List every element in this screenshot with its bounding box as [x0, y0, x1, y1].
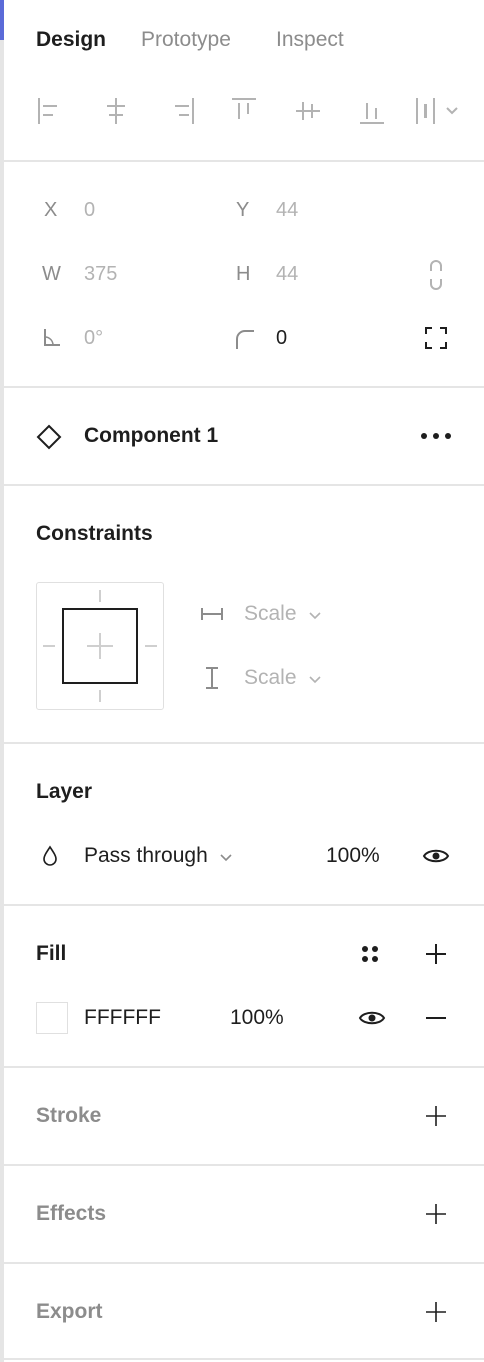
divider	[4, 1262, 484, 1264]
add-effect-icon[interactable]	[424, 1202, 448, 1226]
add-stroke-icon[interactable]	[424, 1104, 448, 1128]
blend-mode-value: Pass through	[84, 844, 208, 867]
fill-hex-input[interactable]: FFFFFF	[84, 1006, 161, 1030]
style-picker-icon[interactable]	[360, 944, 380, 964]
w-input[interactable]: 375	[84, 263, 117, 286]
blend-mode-icon	[42, 845, 58, 867]
align-top-icon[interactable]	[229, 96, 259, 126]
constraints-title: Constraints	[36, 522, 153, 545]
divider	[4, 742, 484, 744]
horizontal-constraint-value: Scale	[244, 602, 297, 625]
remove-fill-icon[interactable]	[424, 1006, 448, 1030]
vertical-constraint-select[interactable]: Scale	[244, 666, 321, 690]
rotation-icon	[42, 327, 62, 349]
align-bottom-icon[interactable]	[357, 96, 387, 126]
effects-title: Effects	[36, 1202, 107, 1225]
component-name[interactable]: Component 1	[84, 424, 218, 448]
tab-inspect[interactable]: Inspect	[276, 28, 344, 52]
component-icon	[36, 424, 62, 450]
y-input[interactable]: 44	[276, 199, 298, 222]
corner-radius-input[interactable]: 0	[276, 327, 287, 350]
fill-color-swatch[interactable]	[36, 1002, 68, 1034]
divider	[4, 160, 484, 162]
vertical-constraint-icon	[202, 666, 222, 690]
fill-opacity-input[interactable]: 100%	[230, 1006, 284, 1030]
divider	[4, 904, 484, 906]
corner-radius-icon	[234, 328, 256, 350]
h-input[interactable]: 44	[276, 263, 298, 286]
layer-opacity-input[interactable]: 100%	[326, 844, 380, 868]
align-left-icon[interactable]	[36, 96, 66, 126]
layer-title: Layer	[36, 780, 93, 803]
divider	[4, 484, 484, 486]
divider	[4, 1164, 484, 1166]
export-title: Export	[36, 1300, 103, 1323]
tab-prototype[interactable]: Prototype	[141, 28, 231, 52]
constrain-proportions-icon[interactable]	[428, 260, 444, 290]
design-properties-panel: Design Prototype Inspect X 0 Y 44 W 375 …	[4, 0, 484, 1362]
blend-mode-select[interactable]: Pass through	[84, 844, 232, 868]
rotation-input[interactable]: 0°	[84, 327, 103, 350]
divider	[4, 1358, 484, 1360]
divider	[4, 386, 484, 388]
tab-design[interactable]: Design	[36, 28, 106, 52]
eye-icon[interactable]	[422, 846, 450, 866]
distribute-icon[interactable]	[414, 96, 460, 126]
align-vertical-center-icon[interactable]	[293, 96, 323, 126]
x-label: X	[44, 199, 58, 221]
w-label: W	[42, 263, 61, 285]
align-right-icon[interactable]	[166, 96, 196, 126]
horizontal-constraint-icon	[200, 604, 224, 624]
constraints-widget[interactable]	[36, 582, 164, 710]
eye-icon[interactable]	[358, 1008, 386, 1028]
chevron-down-icon	[220, 854, 232, 861]
fill-title: Fill	[36, 942, 67, 965]
add-fill-icon[interactable]	[424, 942, 448, 966]
h-label: H	[236, 263, 251, 285]
chevron-down-icon	[309, 612, 321, 619]
divider	[4, 1066, 484, 1068]
stroke-title: Stroke	[36, 1104, 102, 1127]
more-options-icon[interactable]	[418, 430, 454, 442]
add-export-icon[interactable]	[424, 1300, 448, 1324]
align-horizontal-center-icon[interactable]	[101, 96, 131, 126]
vertical-constraint-value: Scale	[244, 666, 297, 689]
x-input[interactable]: 0	[84, 199, 95, 222]
chevron-down-icon	[309, 676, 321, 683]
y-label: Y	[236, 199, 250, 221]
independent-corners-icon[interactable]	[424, 326, 448, 350]
horizontal-constraint-select[interactable]: Scale	[244, 602, 321, 626]
